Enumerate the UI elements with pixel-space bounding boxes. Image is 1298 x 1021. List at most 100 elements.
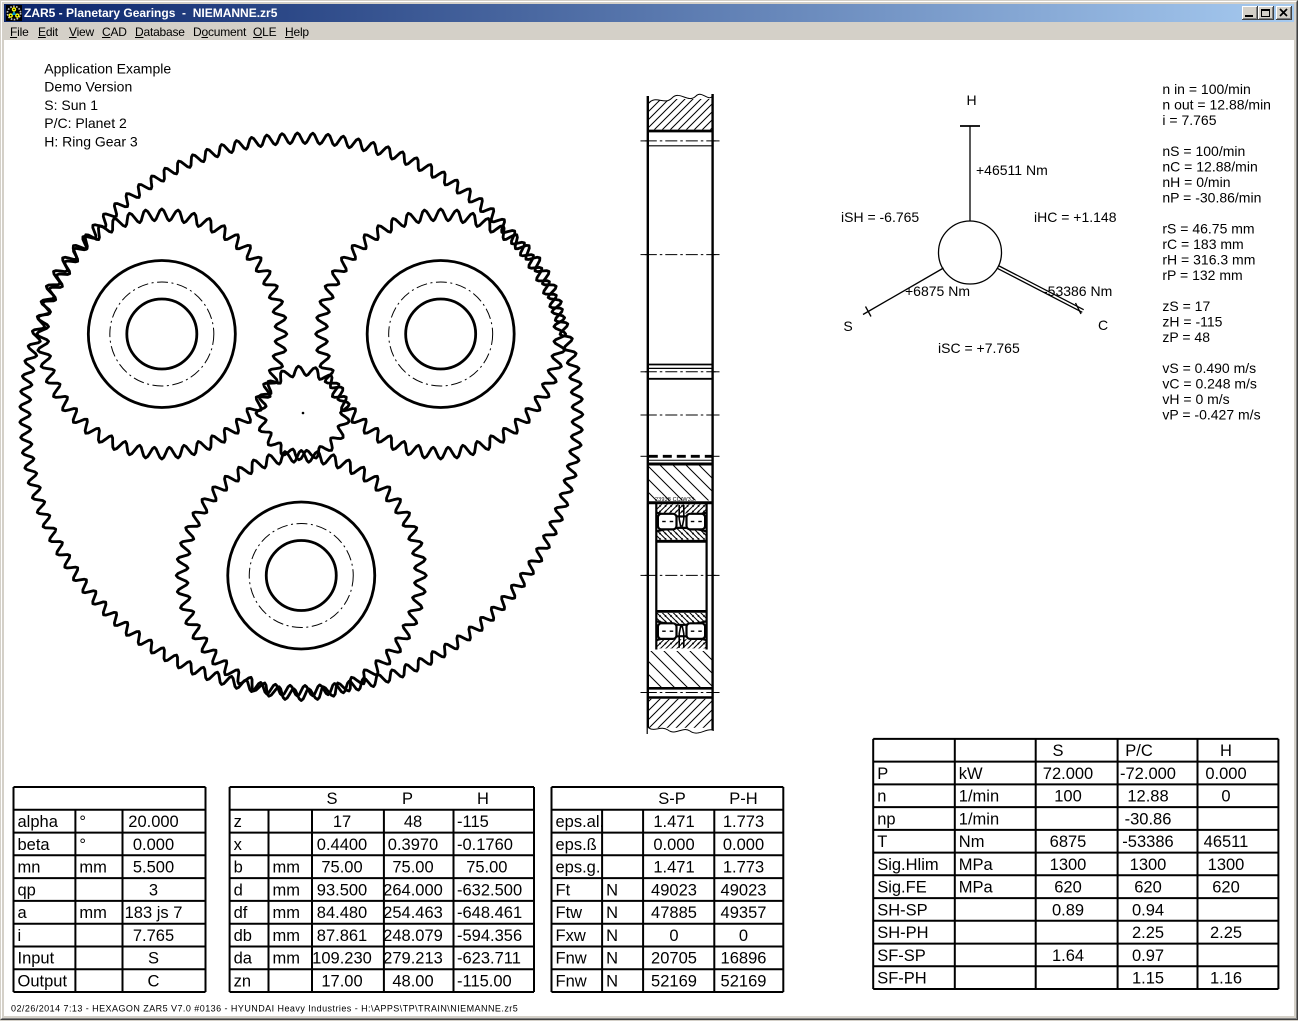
svg-text:b: b [234, 859, 243, 877]
svg-text:vC = 0.248 m/s: vC = 0.248 m/s [1162, 376, 1257, 392]
svg-text:N: N [606, 927, 618, 945]
svg-text:S: S [1052, 742, 1063, 760]
svg-text:49357: 49357 [721, 904, 767, 922]
svg-text:0: 0 [739, 927, 748, 945]
svg-text:S: S [148, 950, 159, 968]
svg-text:1.16: 1.16 [1210, 970, 1242, 988]
svg-text:rP = 132 mm: rP = 132 mm [1162, 267, 1242, 283]
svg-text:1.773: 1.773 [723, 859, 764, 877]
svg-text:52169: 52169 [721, 972, 767, 990]
svg-text:df: df [234, 904, 248, 922]
svg-text:H: H [966, 92, 976, 108]
svg-text:N: N [606, 881, 618, 899]
svg-text:-632.500: -632.500 [457, 881, 522, 899]
svg-text:100: 100 [1054, 788, 1082, 806]
svg-text:46511: 46511 [1204, 833, 1249, 851]
svg-text:iSH = -6.765: iSH = -6.765 [841, 209, 919, 225]
svg-text:nC = 12.88/min: nC = 12.88/min [1162, 159, 1257, 175]
svg-text:Demo Version: Demo Version [44, 79, 132, 95]
svg-text:183 js 7: 183 js 7 [125, 904, 183, 922]
svg-text:75.00: 75.00 [466, 859, 507, 877]
svg-text:264.000: 264.000 [383, 881, 443, 899]
svg-text:nP = -30.86/min: nP = -30.86/min [1162, 190, 1261, 206]
svg-text:17: 17 [333, 813, 351, 831]
svg-text:1300: 1300 [1130, 856, 1167, 874]
svg-text:0.94: 0.94 [1132, 901, 1164, 919]
svg-text:kW: kW [959, 765, 983, 783]
svg-text:1.15: 1.15 [1132, 970, 1164, 988]
svg-text:Output: Output [18, 972, 68, 990]
svg-text:16896: 16896 [721, 950, 767, 968]
svg-text:0.97: 0.97 [1132, 947, 1164, 965]
svg-text:Ftw: Ftw [556, 904, 583, 922]
svg-text:-115.00: -115.00 [457, 972, 512, 990]
svg-text:620: 620 [1134, 879, 1162, 897]
svg-text:17.00: 17.00 [321, 972, 362, 990]
svg-text:84.480: 84.480 [317, 904, 367, 922]
svg-text:eps.ß: eps.ß [556, 836, 597, 854]
svg-text:P: P [877, 765, 888, 783]
svg-text:1.64: 1.64 [1052, 947, 1084, 965]
svg-text:SF-PH: SF-PH [877, 970, 927, 988]
svg-text:zP = 48: zP = 48 [1162, 329, 1210, 345]
svg-text:+6875 Nm: +6875 Nm [905, 283, 970, 299]
svg-text:i: i [18, 927, 22, 945]
svg-text:279.213: 279.213 [383, 950, 443, 968]
svg-text:S: S [326, 790, 337, 808]
svg-text:zn: zn [234, 972, 251, 990]
svg-text:mn: mn [18, 859, 41, 877]
svg-text:H: H [1220, 742, 1232, 760]
svg-text:0: 0 [669, 927, 678, 945]
svg-text:-623.711: -623.711 [457, 950, 521, 968]
svg-text:SF-SP: SF-SP [877, 947, 926, 965]
svg-text:0.3970: 0.3970 [388, 836, 438, 854]
svg-text:-72.000: -72.000 [1120, 765, 1176, 783]
svg-text:zH = -115: zH = -115 [1162, 314, 1222, 330]
svg-text:qp: qp [18, 881, 36, 899]
svg-text:1/min: 1/min [959, 810, 999, 828]
svg-text:np: np [877, 810, 895, 828]
svg-text:N: N [606, 904, 618, 922]
svg-text:20.000: 20.000 [128, 813, 178, 831]
svg-text:iSC = +7.765: iSC = +7.765 [938, 340, 1020, 356]
svg-text:1300: 1300 [1050, 856, 1087, 874]
svg-text:49023: 49023 [721, 881, 767, 899]
svg-text:beta: beta [18, 836, 51, 854]
svg-text:Nm: Nm [959, 833, 985, 851]
svg-text:S: Sun 1: S: Sun 1 [44, 97, 98, 113]
svg-text:N: N [606, 972, 618, 990]
svg-text:n in = 100/min: n in = 100/min [1162, 81, 1250, 97]
svg-text:-648.461: -648.461 [457, 904, 522, 922]
svg-text:S: S [843, 318, 852, 334]
svg-text:°: ° [79, 836, 86, 854]
svg-text:0.000: 0.000 [1205, 765, 1246, 783]
svg-text:SH-PH: SH-PH [877, 924, 928, 942]
svg-text:2.25: 2.25 [1132, 924, 1164, 942]
svg-text:mm: mm [273, 881, 301, 899]
svg-text:x: x [234, 836, 243, 854]
svg-text:+46511 Nm: +46511 Nm [976, 162, 1048, 178]
svg-text:iHC = +1.148: iHC = +1.148 [1034, 209, 1117, 225]
svg-text:H: H [477, 790, 489, 808]
svg-text:vS = 0.490 m/s: vS = 0.490 m/s [1162, 360, 1256, 376]
svg-text:da: da [234, 950, 253, 968]
svg-text:P-H: P-H [729, 790, 757, 808]
svg-text:H: Ring Gear 3: H: Ring Gear 3 [44, 134, 138, 150]
svg-text:C: C [148, 972, 160, 990]
svg-text:0.4400: 0.4400 [317, 836, 367, 854]
svg-text:T: T [877, 833, 887, 851]
svg-text:SH-SP: SH-SP [877, 901, 927, 919]
svg-text:47885: 47885 [651, 904, 697, 922]
svg-text:1.471: 1.471 [653, 859, 694, 877]
svg-text:Input: Input [18, 950, 55, 968]
svg-text:MPa: MPa [959, 856, 994, 874]
svg-text:1/min: 1/min [959, 788, 999, 806]
svg-text:C: C [1098, 317, 1108, 333]
svg-text:-115: -115 [457, 813, 489, 831]
svg-text:Fxw: Fxw [556, 927, 586, 945]
svg-text:Application Example: Application Example [44, 60, 171, 76]
svg-text:1.471: 1.471 [653, 813, 694, 831]
svg-text:02/26/2014 7:13 - HEXAGON ZA: 02/26/2014 7:13 - HEXAGON ZAR5 V7.0 #013… [11, 1004, 518, 1014]
svg-text:z: z [234, 813, 242, 831]
svg-text:72.000: 72.000 [1043, 765, 1093, 783]
